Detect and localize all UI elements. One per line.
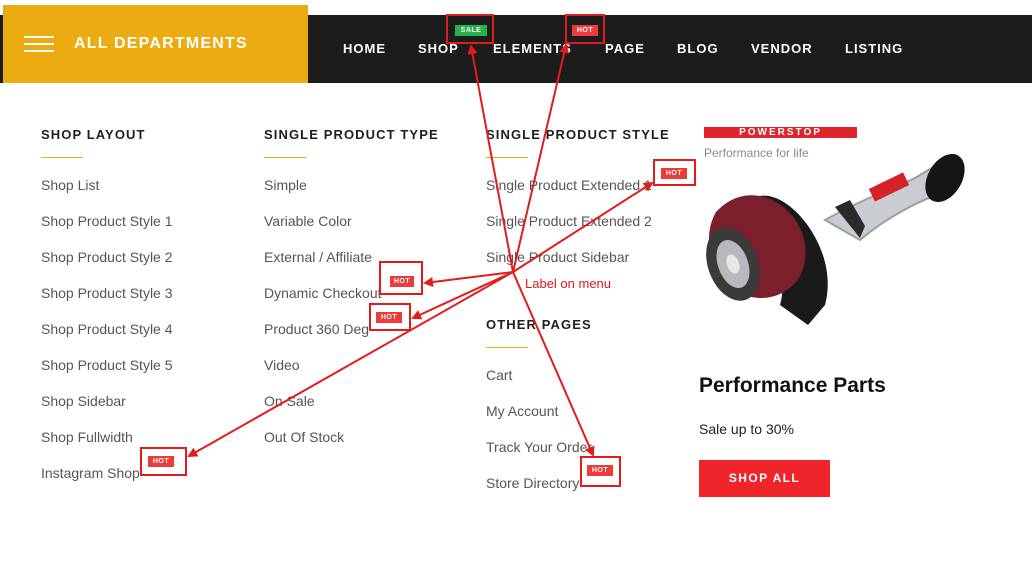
all-departments-label: ALL DEPARTMENTS xyxy=(74,35,248,52)
nav-blog[interactable]: BLOG xyxy=(677,41,719,56)
shop-all-button[interactable]: SHOP ALL xyxy=(699,460,830,497)
menu-item-product-360-deg[interactable]: Product 360 Deg xyxy=(264,321,369,337)
menu-item-single-product-extended-2[interactable]: Single Product Extended 2 xyxy=(486,213,652,229)
title-underline xyxy=(264,157,306,158)
menu-item-simple[interactable]: Simple xyxy=(264,177,307,193)
nav-home[interactable]: HOME xyxy=(343,41,386,56)
menu-item-my-account[interactable]: My Account xyxy=(486,403,558,419)
highlight-box-sale xyxy=(446,14,494,44)
title-underline xyxy=(486,157,528,158)
highlight-box-hot-store xyxy=(580,456,621,487)
menu-item-dynamic-checkout[interactable]: Dynamic Checkout xyxy=(264,285,382,301)
nav-vendor[interactable]: VENDOR xyxy=(751,41,813,56)
nav-listing[interactable]: LISTING xyxy=(845,41,903,56)
column-title-shop-layout: SHOP LAYOUT xyxy=(41,127,146,142)
nav-page[interactable]: PAGE xyxy=(605,41,645,56)
menu-item-shop-product-style-1[interactable]: Shop Product Style 1 xyxy=(41,213,173,229)
brand-logo: POWERSTOP xyxy=(704,127,857,138)
highlight-box-hot-extended xyxy=(653,159,696,186)
menu-item-shop-product-style-3[interactable]: Shop Product Style 3 xyxy=(41,285,173,301)
menu-item-shop-list[interactable]: Shop List xyxy=(41,177,99,193)
menu-item-shop-product-style-5[interactable]: Shop Product Style 5 xyxy=(41,357,173,373)
menu-item-track-your-order[interactable]: Track Your Order xyxy=(486,439,592,455)
hamburger-icon xyxy=(24,36,54,52)
menu-item-shop-sidebar[interactable]: Shop Sidebar xyxy=(41,393,126,409)
brand-tagline: Performance for life xyxy=(704,146,809,160)
menu-item-video[interactable]: Video xyxy=(264,357,300,373)
column-title-single-product-type: SINGLE PRODUCT TYPE xyxy=(264,127,439,142)
menu-item-shop-fullwidth[interactable]: Shop Fullwidth xyxy=(41,429,133,445)
menu-item-shop-product-style-2[interactable]: Shop Product Style 2 xyxy=(41,249,173,265)
title-underline xyxy=(486,347,528,348)
menu-item-single-product-sidebar[interactable]: Single Product Sidebar xyxy=(486,249,629,265)
promo-title: Performance Parts xyxy=(699,374,886,397)
menu-item-cart[interactable]: Cart xyxy=(486,367,512,383)
promo-subtitle: Sale up to 30% xyxy=(699,421,794,437)
menu-item-shop-product-style-4[interactable]: Shop Product Style 4 xyxy=(41,321,173,337)
highlight-box-hot-instagram xyxy=(140,447,187,476)
arrow-to-hot-360 xyxy=(411,271,514,320)
menu-item-instagram-shop[interactable]: Instagram Shop xyxy=(41,465,140,481)
arrow-to-hot-store xyxy=(512,271,595,457)
column-title-single-product-style: SINGLE PRODUCT STYLE xyxy=(486,127,670,142)
arrow-to-hot-dynamic xyxy=(423,271,514,287)
column-title-other-pages: OTHER PAGES xyxy=(486,317,592,332)
menu-item-variable-color[interactable]: Variable Color xyxy=(264,213,352,229)
menu-item-single-product-extended-1[interactable]: Single Product Extended 1 xyxy=(486,177,652,193)
highlight-box-hot-elements xyxy=(565,14,605,44)
nav-elements[interactable]: ELEMENTS xyxy=(493,41,572,56)
menu-item-external-affiliate[interactable]: External / Affiliate xyxy=(264,249,372,265)
highlight-box-hot-dynamic xyxy=(379,261,423,295)
highlight-box-hot-360 xyxy=(369,303,411,331)
menu-item-store-directory[interactable]: Store Directory xyxy=(486,475,579,491)
menu-item-out-of-stock[interactable]: Out Of Stock xyxy=(264,429,344,445)
title-underline xyxy=(41,157,83,158)
menu-item-on-sale[interactable]: On Sale xyxy=(264,393,315,409)
annotation-label: Label on menu xyxy=(525,276,612,291)
all-departments-button[interactable]: ALL DEPARTMENTS xyxy=(3,5,308,83)
